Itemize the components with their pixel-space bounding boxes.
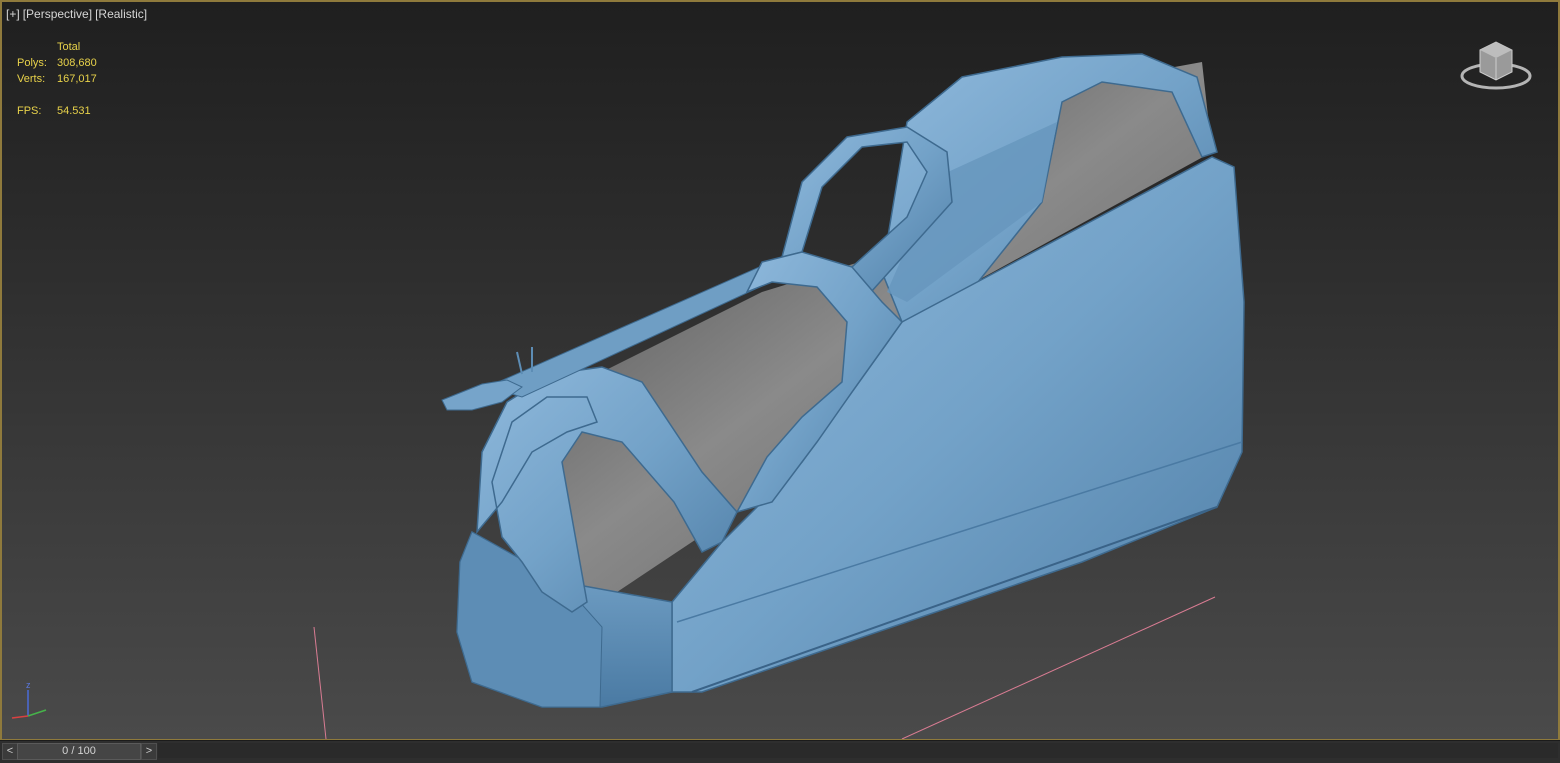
grid-axis-line-x xyxy=(901,596,1216,739)
time-slider[interactable]: 0 / 100 xyxy=(17,743,141,760)
next-frame-button[interactable]: > xyxy=(141,743,157,760)
time-slider-bar: < 0 / 100 > xyxy=(0,740,1560,763)
cockpit-model[interactable] xyxy=(441,53,1245,708)
viewcube-icon[interactable] xyxy=(1458,36,1534,96)
grid-axis-line-y xyxy=(313,626,327,739)
time-track[interactable] xyxy=(158,743,1558,758)
perspective-viewport[interactable]: [+] [Perspective] [Realistic] Total Poly… xyxy=(0,0,1560,741)
antenna xyxy=(516,351,523,375)
axis-tripod-icon: z xyxy=(11,680,47,719)
viewport-scene[interactable] xyxy=(2,2,1558,739)
axis-z-label: z xyxy=(26,680,31,690)
previous-frame-button[interactable]: < xyxy=(2,743,18,760)
